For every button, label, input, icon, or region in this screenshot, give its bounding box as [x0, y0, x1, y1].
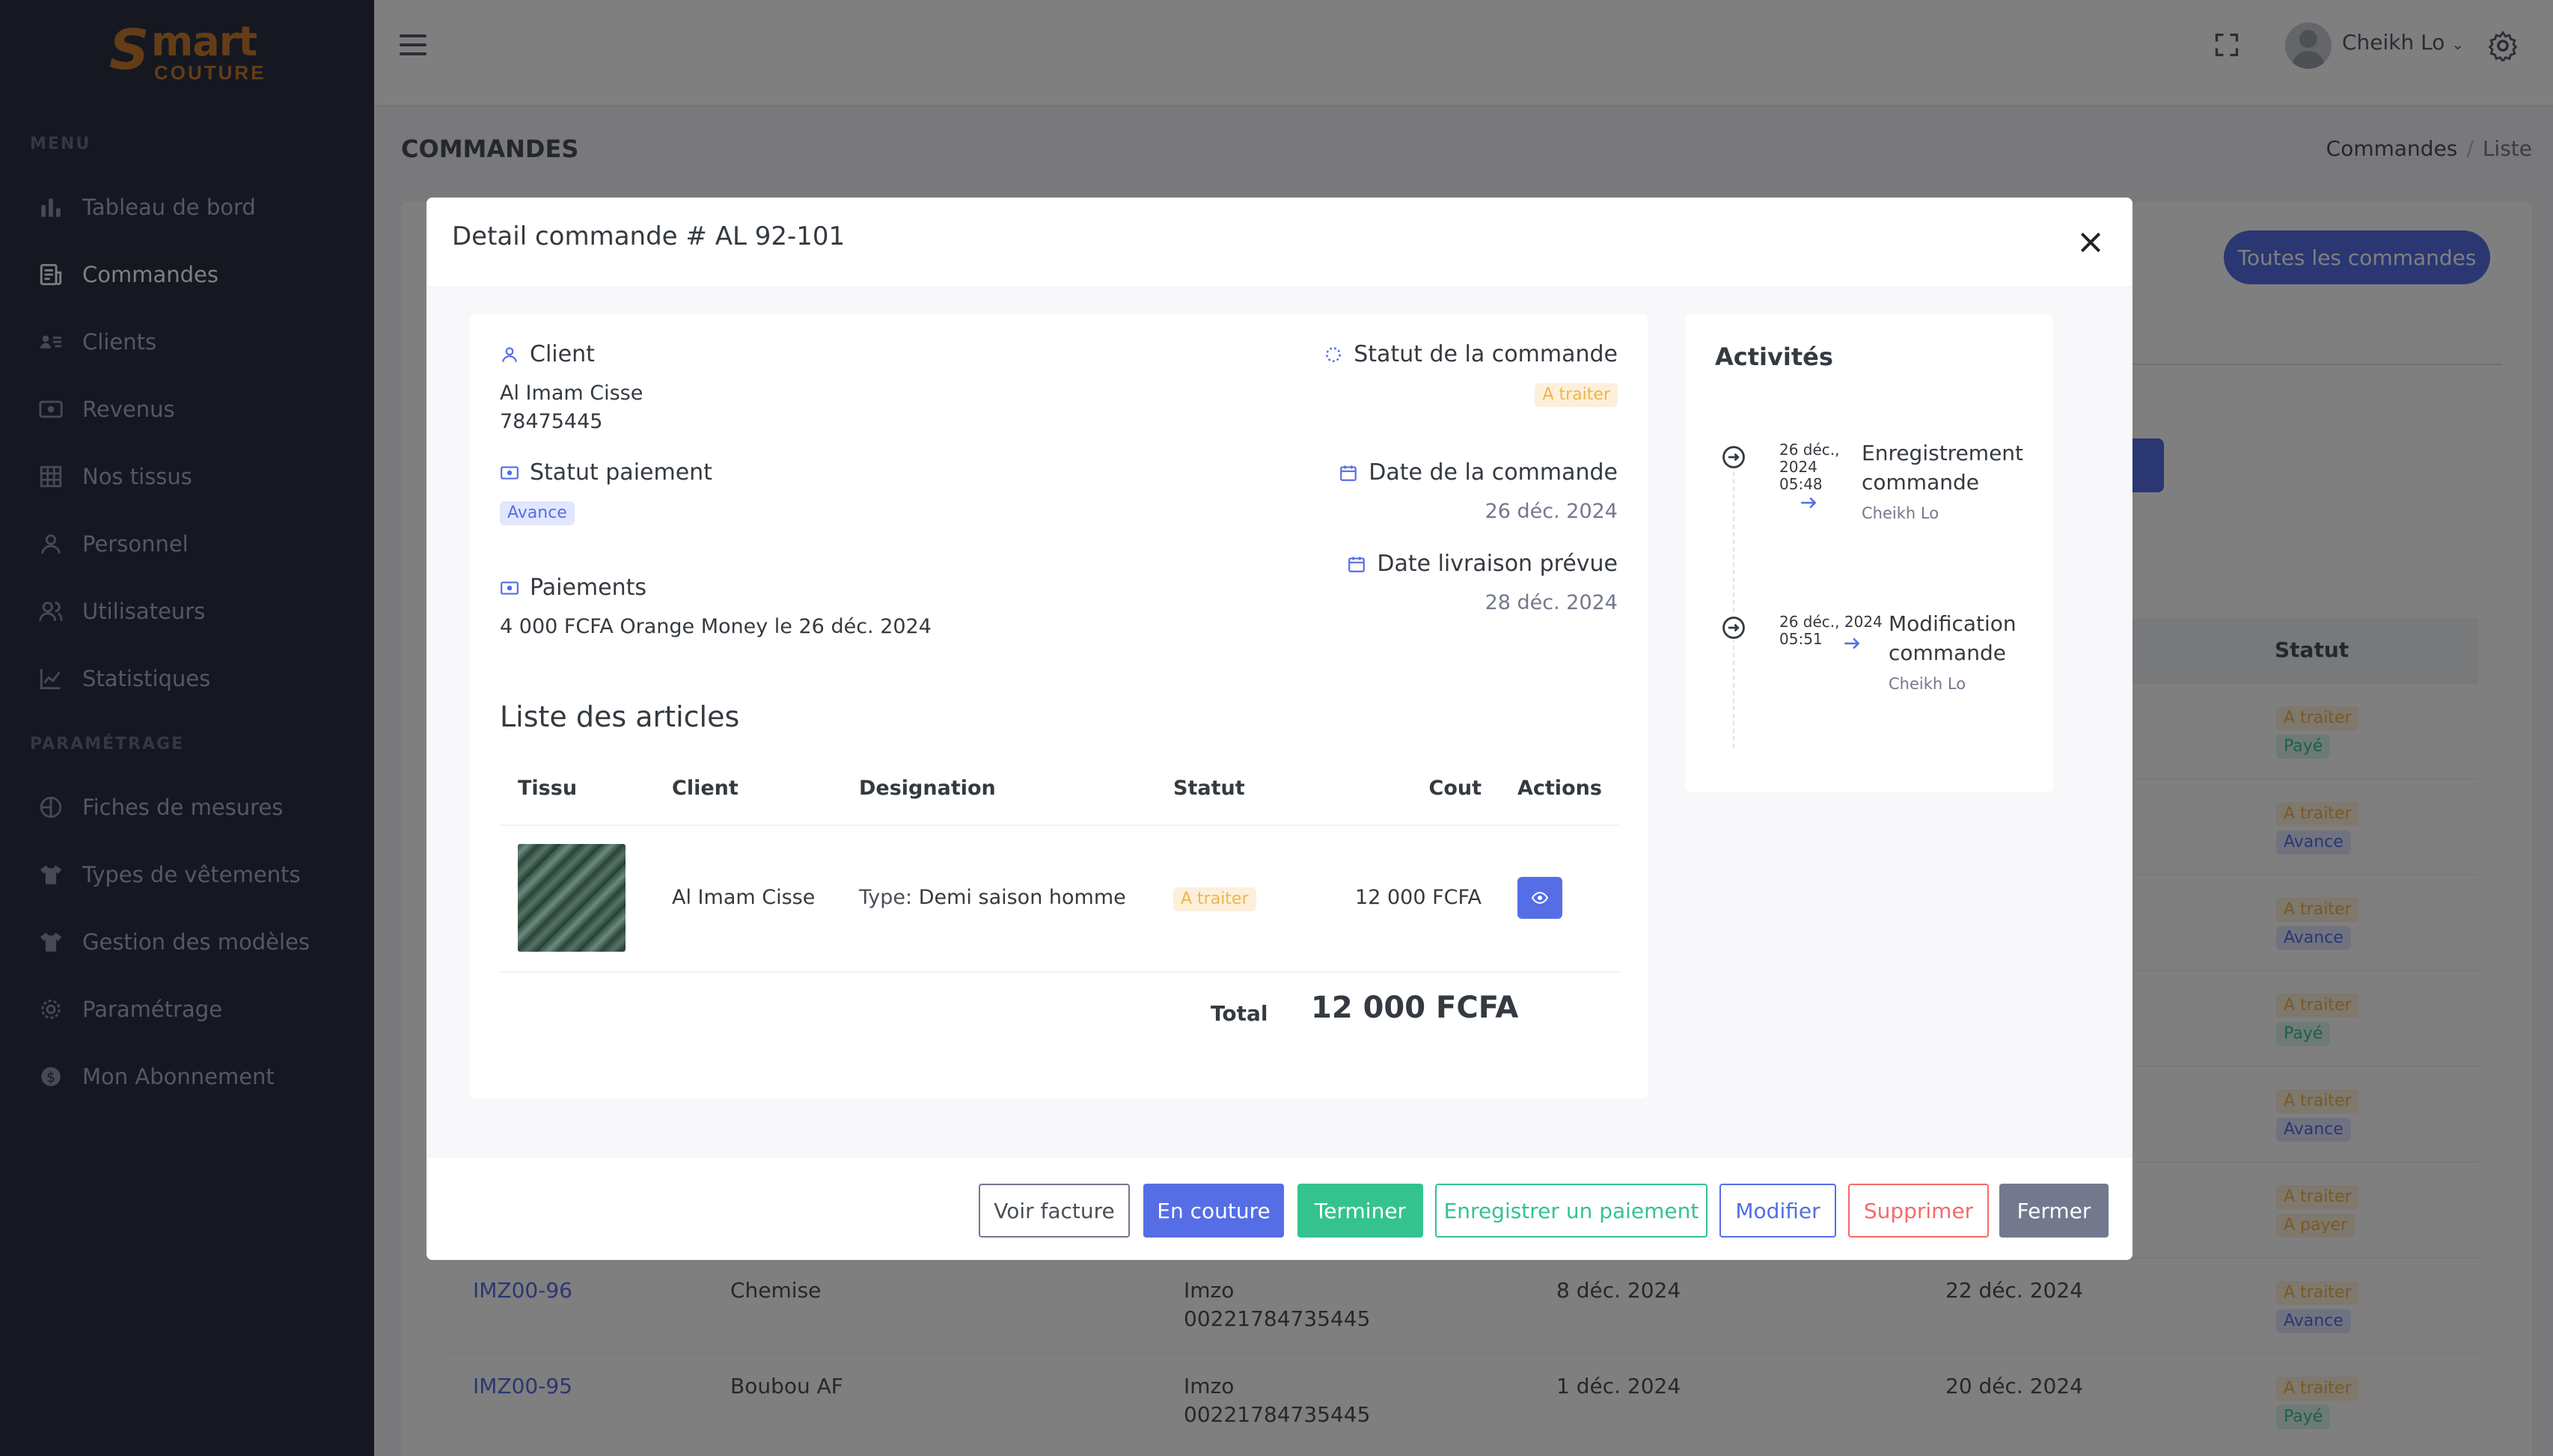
record-payment-button[interactable]: Enregistrer un paiement — [1435, 1184, 1707, 1238]
user-icon — [502, 346, 517, 362]
order-status-heading: Statut de la commande — [1324, 341, 1618, 367]
column-header-status: Statut — [1173, 777, 1245, 800]
calendar-icon — [1340, 465, 1357, 481]
calendar-icon — [1348, 556, 1366, 572]
close-icon[interactable] — [2076, 227, 2106, 257]
arrow-right-icon — [1844, 637, 1860, 649]
activity-date-line: 26 déc., — [1779, 441, 1840, 459]
activity-date-line: 2024 — [1779, 458, 1817, 476]
column-header-client: Client — [672, 777, 739, 800]
activity-author: Cheikh Lo — [1889, 675, 1966, 693]
payments-label: Paiements — [530, 575, 647, 601]
delivery-date-heading: Date livraison prévue — [1347, 551, 1618, 577]
article-type-prefix: Type: — [859, 886, 913, 909]
fabric-image — [518, 844, 626, 952]
view-article-button[interactable] — [1517, 877, 1562, 919]
article-designation: Type: Demi saison homme — [859, 886, 1126, 909]
activity-time: 05:48 — [1779, 475, 1823, 493]
payments-heading: Paiements — [500, 575, 646, 601]
activity-date: 26 déc., 2024 05:51 — [1779, 614, 1883, 648]
payment-entry: 4 000 FCFA Orange Money le 26 déc. 2024 — [500, 615, 932, 638]
order-status-label: Statut de la commande — [1354, 341, 1618, 367]
arrow-right-icon — [1801, 497, 1817, 509]
activity-time: 05:51 — [1779, 630, 1823, 648]
order-date-value: 26 déc. 2024 — [1485, 500, 1618, 523]
payment-status-badge: Avance — [500, 501, 575, 525]
activity-title-line: Enregistrement — [1862, 441, 2024, 465]
order-status-badge: A traiter — [1535, 383, 1618, 407]
activity-title-line: commande — [1889, 640, 2006, 665]
modal-header: Detail commande # AL 92-101 — [426, 198, 2132, 287]
activity-date-line: 26 déc., 2024 — [1779, 613, 1883, 631]
client-label: Client — [530, 341, 595, 367]
delivery-date-label: Date livraison prévue — [1377, 551, 1618, 577]
column-header-fabric: Tissu — [518, 777, 578, 800]
close-button[interactable]: Fermer — [1999, 1184, 2109, 1238]
activity-title: Modification commande — [1889, 609, 2017, 667]
money-icon — [501, 465, 519, 480]
activity-title-line: Modification — [1889, 611, 2017, 636]
activities-card: Activités 26 déc., 2024 05:48 Enregistre… — [1685, 314, 2053, 792]
payment-status-heading: Statut paiement — [500, 459, 712, 486]
column-header-cost: Cout — [1428, 777, 1482, 800]
arrow-circle-icon — [1721, 615, 1746, 640]
client-name: Al Imam Cisse — [500, 382, 643, 405]
timeline-line — [1733, 456, 1734, 748]
order-detail-card: Client Al Imam Cisse 78475445 Statut de … — [470, 314, 1648, 1098]
sewing-button[interactable]: En couture — [1143, 1184, 1284, 1238]
delivery-date-value: 28 déc. 2024 — [1485, 591, 1618, 614]
activity-title-line: commande — [1862, 470, 1979, 495]
article-client: Al Imam Cisse — [672, 886, 816, 909]
column-header-designation: Designation — [859, 777, 996, 800]
article-cost: 12 000 FCFA — [1355, 886, 1482, 909]
edit-button[interactable]: Modifier — [1719, 1184, 1836, 1238]
finish-button[interactable]: Terminer — [1297, 1184, 1423, 1238]
modal-title: Detail commande # AL 92-101 — [452, 221, 846, 251]
table-header-divider — [500, 825, 1619, 826]
total-label: Total — [1211, 1001, 1268, 1026]
total-value: 12 000 FCFA — [1311, 991, 1519, 1025]
eye-icon — [1531, 891, 1549, 905]
payment-status-label: Statut paiement — [530, 459, 712, 486]
activity-date: 26 déc., 2024 05:48 — [1779, 441, 1840, 493]
activity-author: Cheikh Lo — [1862, 504, 1939, 522]
table-row-divider — [500, 971, 1619, 973]
order-date-heading: Date de la commande — [1339, 459, 1618, 486]
loader-icon — [1326, 346, 1342, 362]
money-icon — [501, 581, 519, 595]
client-phone: 78475445 — [500, 410, 603, 433]
client-heading: Client — [500, 341, 595, 367]
arrow-circle-icon — [1721, 444, 1746, 470]
order-date-label: Date de la commande — [1369, 459, 1618, 486]
article-type-value: Demi saison homme — [918, 886, 1126, 909]
activity-title: Enregistrement commande — [1862, 438, 2023, 497]
order-detail-modal: Detail commande # AL 92-101 Client Al Im… — [426, 198, 2132, 1260]
delete-button[interactable]: Supprimer — [1848, 1184, 1989, 1238]
view-invoice-button[interactable]: Voir facture — [979, 1184, 1130, 1238]
column-header-actions: Actions — [1517, 777, 1602, 800]
activities-title: Activités — [1715, 343, 1833, 371]
articles-title: Liste des articles — [500, 700, 740, 733]
article-status-badge: A traiter — [1173, 887, 1256, 911]
